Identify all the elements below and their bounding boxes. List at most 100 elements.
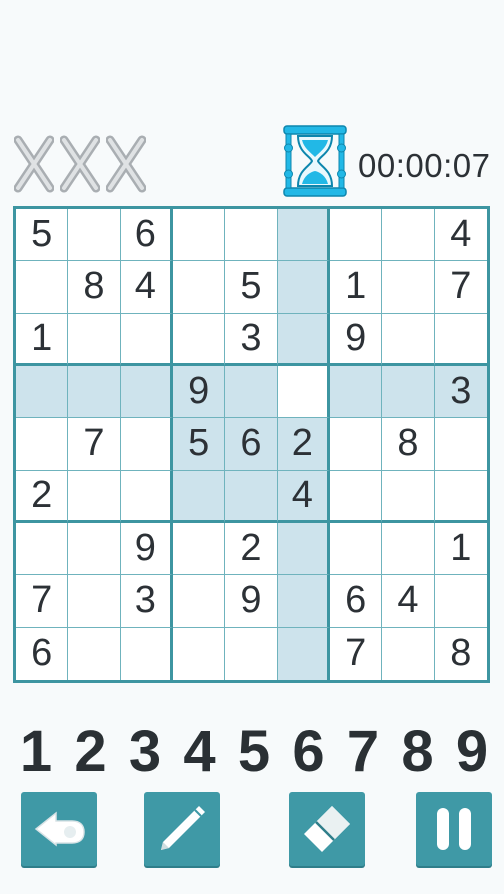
sudoku-cell[interactable]	[277, 627, 330, 680]
sudoku-cell[interactable]	[382, 522, 435, 576]
sudoku-cell[interactable]	[434, 470, 487, 523]
sudoku-cell[interactable]: 5	[172, 418, 226, 471]
sudoku-cell[interactable]	[68, 470, 121, 523]
sudoku-cell[interactable]	[329, 209, 383, 262]
sudoku-cell[interactable]	[16, 365, 69, 419]
sudoku-cell[interactable]	[172, 209, 226, 262]
sudoku-cell[interactable]: 1	[16, 313, 69, 366]
sudoku-cell[interactable]	[68, 522, 121, 576]
sudoku-cell[interactable]: 7	[434, 261, 487, 314]
sudoku-cell[interactable]	[225, 365, 278, 419]
sudoku-cell[interactable]: 4	[277, 470, 330, 523]
sudoku-cell[interactable]	[68, 575, 121, 628]
undo-button[interactable]	[21, 792, 97, 866]
sudoku-cell[interactable]	[16, 522, 69, 576]
number-button-2[interactable]: 2	[63, 718, 117, 785]
sudoku-cell[interactable]	[382, 365, 435, 419]
sudoku-cell[interactable]: 9	[329, 313, 383, 366]
sudoku-cell[interactable]	[68, 627, 121, 680]
number-button-5[interactable]: 5	[226, 718, 280, 785]
number-button-9[interactable]: 9	[444, 718, 498, 785]
sudoku-cell[interactable]: 4	[120, 261, 173, 314]
sudoku-cell[interactable]: 8	[434, 627, 487, 680]
number-button-6[interactable]: 6	[281, 718, 335, 785]
pencil-icon	[161, 806, 205, 850]
sudoku-cell[interactable]	[68, 209, 121, 262]
sudoku-cell[interactable]	[277, 313, 330, 366]
sudoku-cell[interactable]	[382, 470, 435, 523]
sudoku-cell[interactable]: 1	[329, 261, 383, 314]
pause-button[interactable]	[416, 792, 492, 866]
pause-icon	[437, 808, 471, 850]
sudoku-cell[interactable]	[329, 365, 383, 419]
sudoku-cell[interactable]	[172, 313, 226, 366]
sudoku-cell[interactable]	[120, 313, 173, 366]
sudoku-cell[interactable]	[172, 470, 226, 523]
sudoku-cell[interactable]: 5	[225, 261, 278, 314]
sudoku-cell[interactable]	[277, 522, 330, 576]
sudoku-cell[interactable]	[68, 313, 121, 366]
sudoku-cell[interactable]	[329, 470, 383, 523]
sudoku-cell[interactable]: 4	[382, 575, 435, 628]
sudoku-cell[interactable]	[16, 418, 69, 471]
number-button-3[interactable]: 3	[117, 718, 171, 785]
sudoku-cell[interactable]	[225, 470, 278, 523]
sudoku-cell[interactable]: 2	[225, 522, 278, 576]
sudoku-cell[interactable]	[382, 627, 435, 680]
eraser-button[interactable]	[289, 792, 365, 866]
sudoku-cell[interactable]	[277, 209, 330, 262]
sudoku-cell[interactable]	[120, 365, 173, 419]
sudoku-cell[interactable]: 6	[329, 575, 383, 628]
sudoku-cell[interactable]	[277, 261, 330, 314]
sudoku-cell[interactable]: 3	[225, 313, 278, 366]
sudoku-cell[interactable]: 9	[225, 575, 278, 628]
sudoku-cell[interactable]: 7	[16, 575, 69, 628]
sudoku-cell[interactable]: 7	[68, 418, 121, 471]
sudoku-cell[interactable]	[225, 627, 278, 680]
sudoku-cell[interactable]: 2	[277, 418, 330, 471]
sudoku-cell[interactable]	[225, 209, 278, 262]
sudoku-cell[interactable]: 6	[225, 418, 278, 471]
sudoku-cell[interactable]: 6	[16, 627, 69, 680]
sudoku-cell[interactable]	[382, 313, 435, 366]
timer-display: 00:00:07	[358, 147, 491, 184]
sudoku-cell[interactable]	[382, 261, 435, 314]
sudoku-cell[interactable]	[277, 575, 330, 628]
notes-pencil-button[interactable]	[144, 792, 220, 866]
sudoku-cell[interactable]: 6	[120, 209, 173, 262]
number-button-7[interactable]: 7	[335, 718, 389, 785]
sudoku-cell[interactable]	[434, 575, 487, 628]
number-button-4[interactable]: 4	[172, 718, 226, 785]
sudoku-cell[interactable]: 9	[172, 365, 226, 419]
sudoku-cell[interactable]: 3	[434, 365, 487, 419]
sudoku-cell[interactable]	[172, 575, 226, 628]
number-button-8[interactable]: 8	[390, 718, 444, 785]
sudoku-cell[interactable]: 7	[329, 627, 383, 680]
sudoku-cell[interactable]: 8	[68, 261, 121, 314]
sudoku-board: 5648451713993756282492173964678	[13, 206, 490, 683]
sudoku-cell[interactable]	[172, 522, 226, 576]
number-button-1[interactable]: 1	[8, 718, 62, 785]
sudoku-cell[interactable]	[16, 261, 69, 314]
sudoku-cell[interactable]	[172, 627, 226, 680]
sudoku-cell[interactable]	[172, 261, 226, 314]
sudoku-cell[interactable]	[382, 209, 435, 262]
sudoku-cell[interactable]	[434, 418, 487, 471]
sudoku-cell[interactable]	[120, 470, 173, 523]
sudoku-cell[interactable]	[329, 418, 383, 471]
sudoku-cell[interactable]: 1	[434, 522, 487, 576]
timer-area: 00:00:07	[280, 124, 490, 198]
sudoku-cell[interactable]: 8	[382, 418, 435, 471]
sudoku-cell[interactable]: 9	[120, 522, 173, 576]
sudoku-cell[interactable]	[68, 365, 121, 419]
sudoku-cell[interactable]	[434, 313, 487, 366]
sudoku-cell[interactable]: 5	[16, 209, 69, 262]
sudoku-cell[interactable]	[120, 627, 173, 680]
sudoku-cell[interactable]	[277, 365, 330, 419]
sudoku-cell[interactable]: 3	[120, 575, 173, 628]
sudoku-cell[interactable]	[120, 418, 173, 471]
sudoku-cell[interactable]: 2	[16, 470, 69, 523]
sudoku-cell[interactable]	[329, 522, 383, 576]
sudoku-cell[interactable]: 4	[434, 209, 487, 262]
mistake-x-icon	[14, 135, 54, 193]
